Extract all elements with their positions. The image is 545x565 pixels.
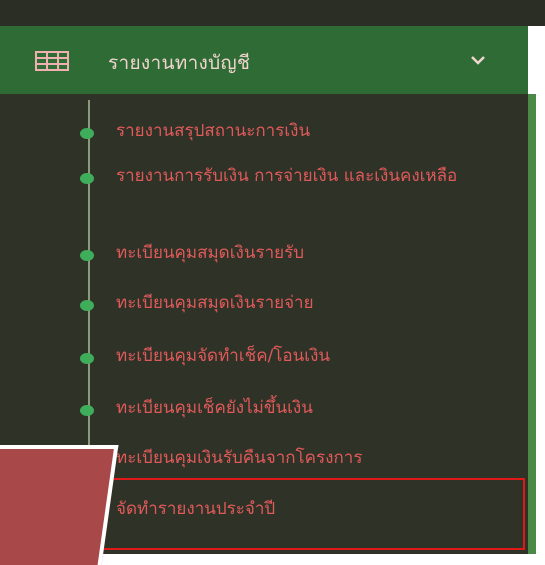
submenu-item-receipt-ledger[interactable]: ทะเบียนคุมสมุดเงินรายรับ [80,240,520,270]
chevron-down-icon[interactable] [470,54,486,66]
submenu-item-label: รายงานการรับเงิน การจ่ายเงิน และเงินคงเห… [116,166,458,186]
dot-icon [80,250,94,261]
dot-icon [80,300,94,311]
submenu-item-annual-report[interactable]: จัดทำรายงานประจำปี [80,496,520,526]
menu-header-label: รายงานทางบัญชี [108,52,251,74]
dot-icon [80,173,94,184]
submenu-item-label: ทะเบียนคุมจัดทำเช็ค/โอนเงิน [116,346,330,366]
submenu-item-label: รายงานสรุปสถานะการเงิน [116,121,311,141]
submenu-item-label: ทะเบียนคุมสมุดเงินรายรับ [116,243,305,263]
submenu-item-uncashed-cheques[interactable]: ทะเบียนคุมเช็คยังไม่ขึ้นเงิน [80,395,520,425]
submenu-item-financial-status-report[interactable]: รายงานสรุปสถานะการเงิน [80,118,520,148]
submenu-item-project-refunds[interactable]: ทะเบียนคุมเงินรับคืนจากโครงการ [80,445,520,475]
grid-table-icon [35,51,69,71]
dot-icon [80,353,94,364]
submenu-item-label: ทะเบียนคุมสมุดเงินรายจ่าย [116,293,314,313]
submenu-item-label: ทะเบียนคุมเงินรับคืนจากโครงการ [116,448,363,468]
decorative-overlay-card [0,445,119,565]
panel-accent-strip [528,94,536,554]
submenu-item-label: จัดทำรายงานประจำปี [116,499,276,519]
dot-icon [80,405,94,416]
submenu-item-cheque-transfer-register[interactable]: ทะเบียนคุมจัดทำเช็ค/โอนเงิน [80,343,520,373]
submenu-item-receipts-payments-balance[interactable]: รายงานการรับเงิน การจ่ายเงิน และเงินคงเห… [80,163,520,219]
submenu-item-label: ทะเบียนคุมเช็คยังไม่ขึ้นเงิน [116,398,313,418]
dot-icon [80,128,94,139]
submenu-item-payment-ledger[interactable]: ทะเบียนคุมสมุดเงินรายจ่าย [80,290,520,320]
top-bar [0,0,545,26]
menu-header-accounting-reports[interactable]: รายงานทางบัญชี [0,26,528,94]
